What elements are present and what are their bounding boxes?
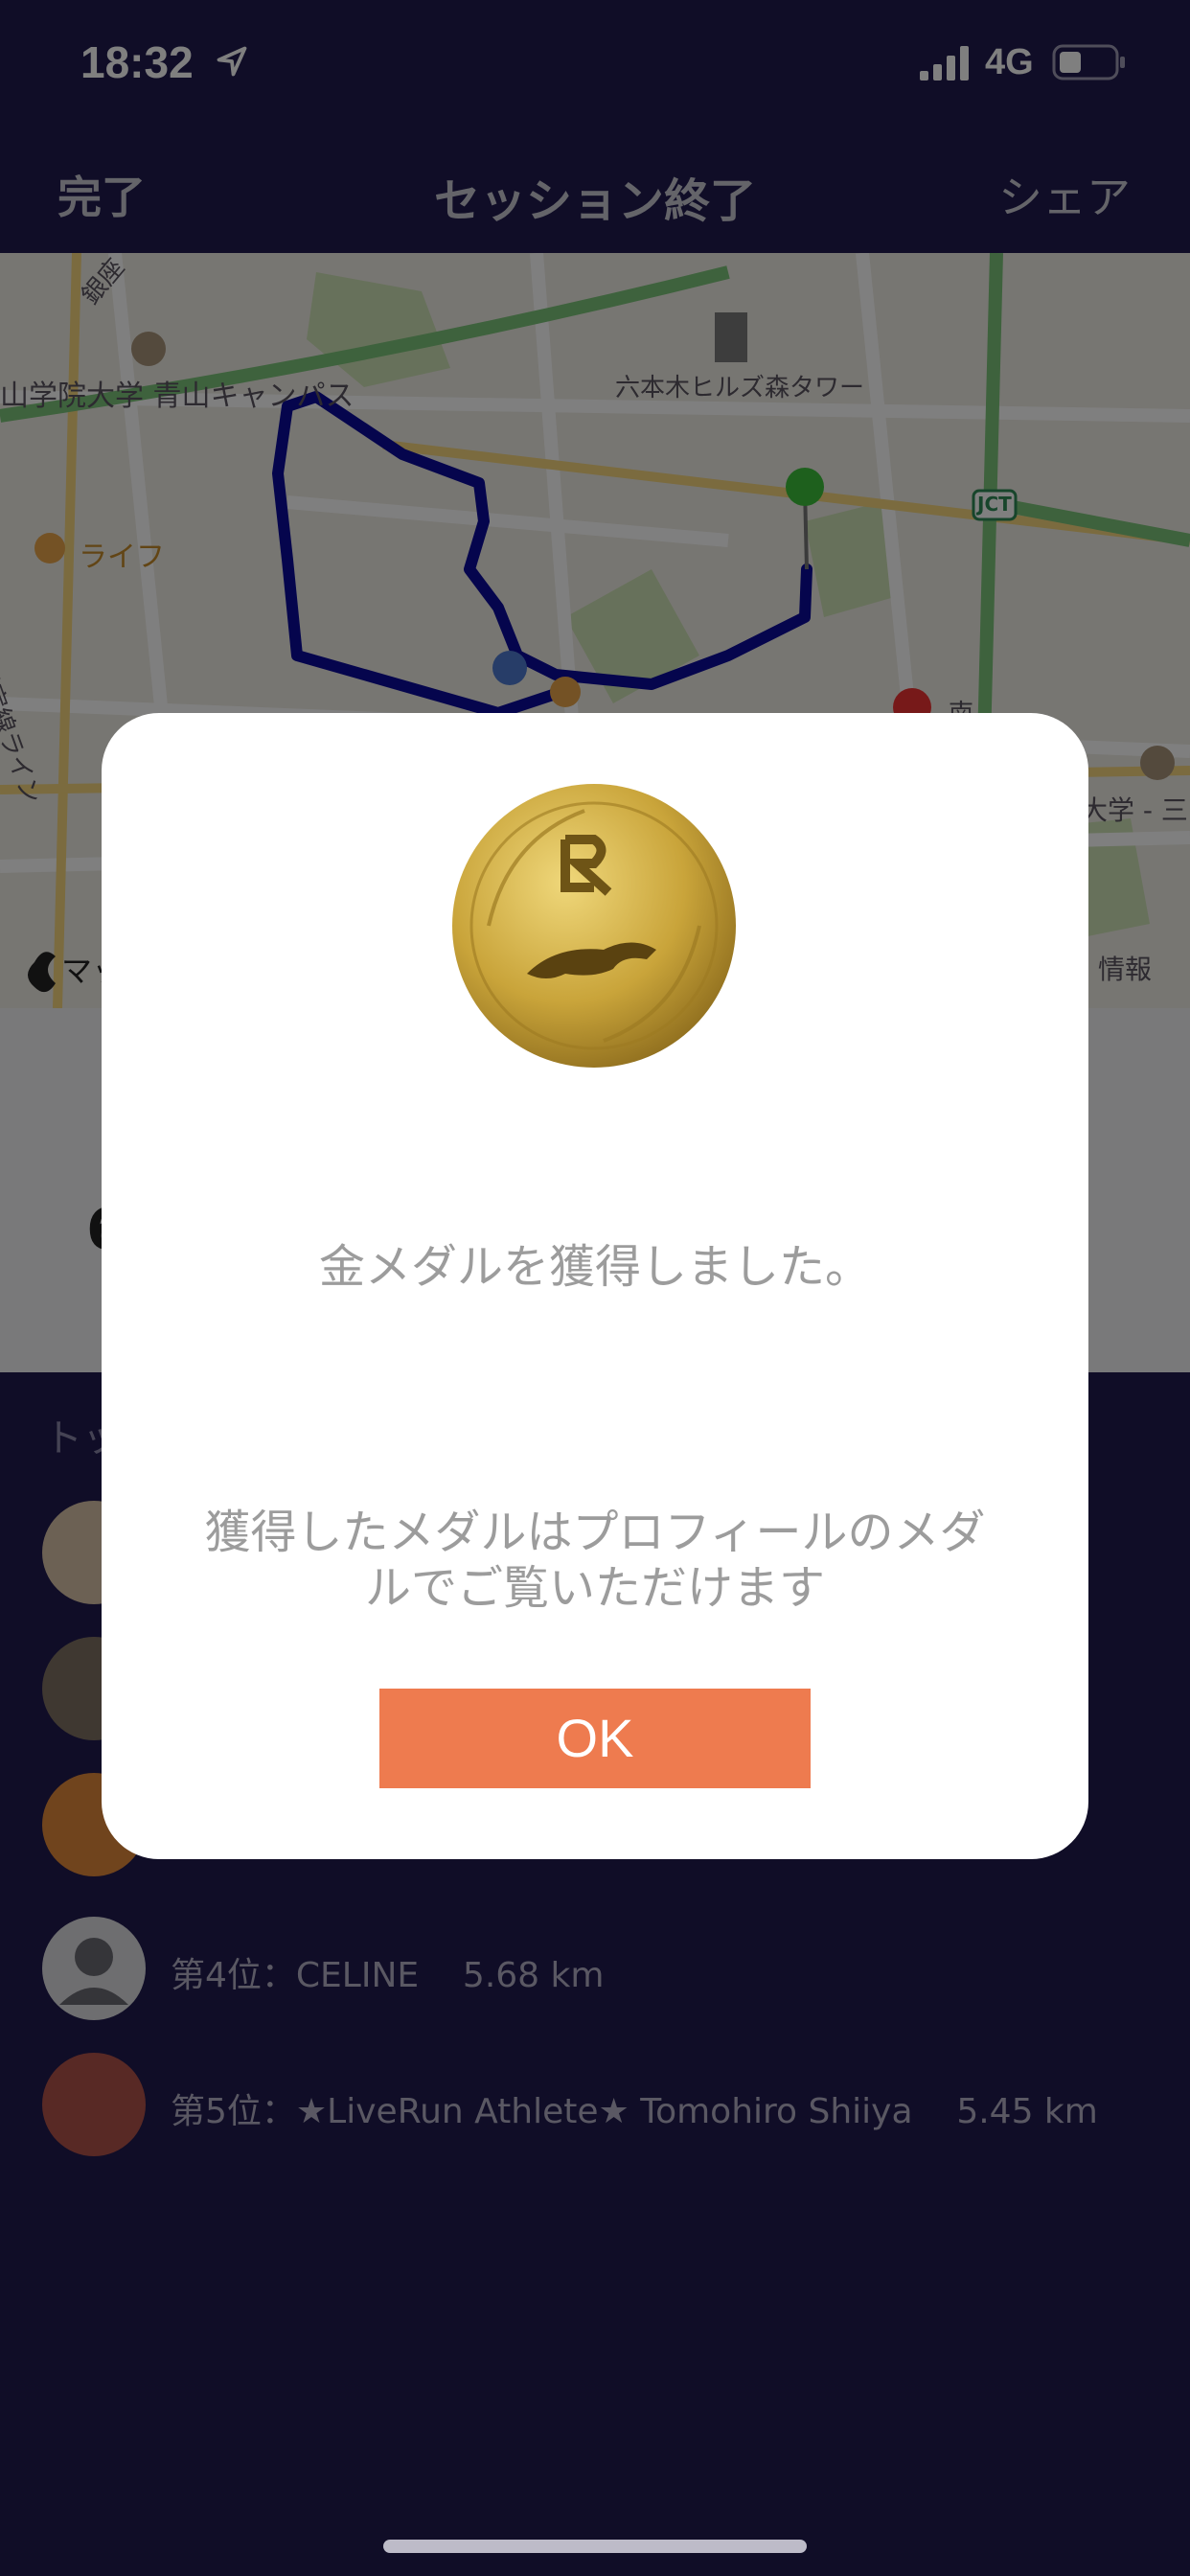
medal-modal: 金メダルを獲得しました。 獲得したメダルはプロフィールのメダ ルでご覧いただけま…	[102, 713, 1088, 1859]
modal-message: 獲得したメダルはプロフィールのメダ ルでご覧いただけます	[169, 1505, 1021, 1616]
gold-medal-icon	[452, 784, 736, 1068]
home-indicator[interactable]	[383, 2540, 807, 2553]
modal-title: 金メダルを獲得しました。	[318, 1240, 871, 1294]
ok-button[interactable]: OK	[379, 1689, 811, 1788]
modal-message-line: ルでご覧いただけます	[364, 1561, 825, 1615]
modal-message-line: 獲得したメダルはプロフィールのメダ	[204, 1506, 986, 1559]
